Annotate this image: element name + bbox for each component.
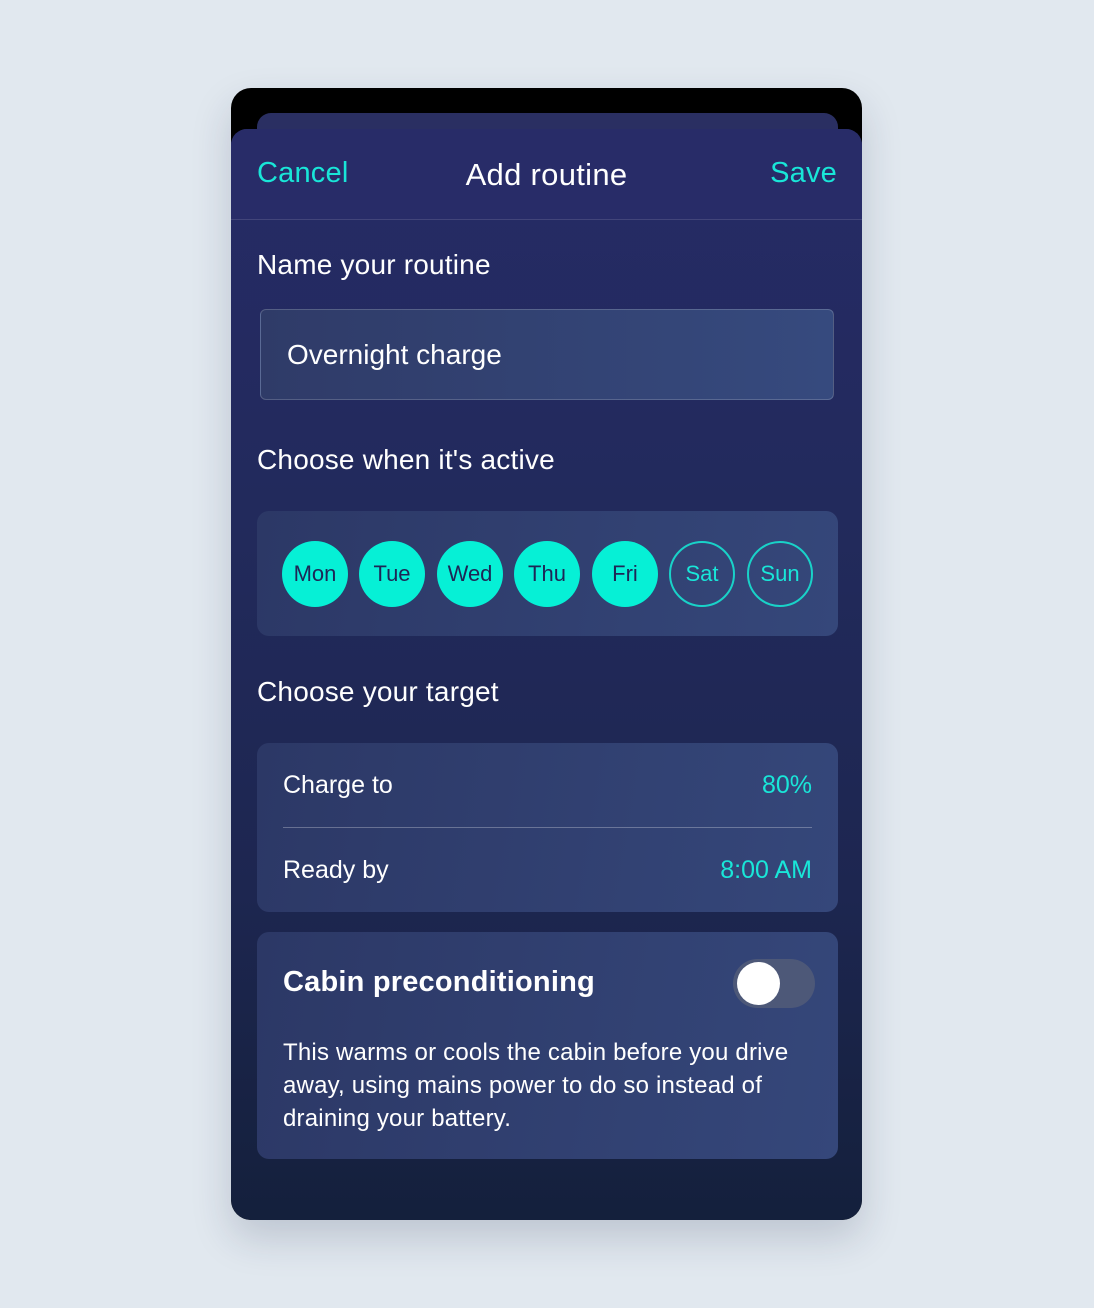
day-tue[interactable]: Tue <box>359 541 425 607</box>
target-section-label: Choose your target <box>257 676 499 707</box>
add-routine-sheet: Cancel Add routine Save Name your routin… <box>231 129 862 1220</box>
day-wed[interactable]: Wed <box>437 541 503 607</box>
name-section-label: Name your routine <box>257 249 491 280</box>
sheet-title: Add routine <box>465 157 628 192</box>
cabin-preconditioning-card: Cabin preconditioning This warms or cool… <box>257 932 838 1159</box>
cabin-preconditioning-title: Cabin preconditioning <box>283 966 595 998</box>
ready-by-label: Ready by <box>283 855 389 884</box>
day-sat[interactable]: Sat <box>669 541 735 607</box>
ready-by-row[interactable]: Ready by 8:00 AM <box>283 828 812 912</box>
day-fri[interactable]: Fri <box>592 541 658 607</box>
routine-name-input[interactable] <box>260 309 834 400</box>
ready-by-value[interactable]: 8:00 AM <box>720 856 812 885</box>
toggle-knob <box>737 962 780 1005</box>
target-card: Charge to 80% Ready by 8:00 AM <box>257 743 838 912</box>
cabin-preconditioning-toggle[interactable] <box>733 959 815 1008</box>
sheet-header: Cancel Add routine Save <box>231 129 862 220</box>
save-button[interactable]: Save <box>770 157 837 190</box>
day-thu[interactable]: Thu <box>514 541 580 607</box>
schedule-section-label: Choose when it's active <box>257 444 555 475</box>
cabin-preconditioning-description: This warms or cools the cabin before you… <box>283 1039 789 1132</box>
charge-to-value[interactable]: 80% <box>762 771 812 800</box>
phone-frame: Cancel Add routine Save Name your routin… <box>231 88 862 1220</box>
day-sun[interactable]: Sun <box>747 541 813 607</box>
day-selector: Mon Tue Wed Thu Fri Sat Sun <box>257 511 838 636</box>
day-mon[interactable]: Mon <box>282 541 348 607</box>
charge-to-row[interactable]: Charge to 80% <box>283 743 812 827</box>
charge-to-label: Charge to <box>283 770 393 799</box>
